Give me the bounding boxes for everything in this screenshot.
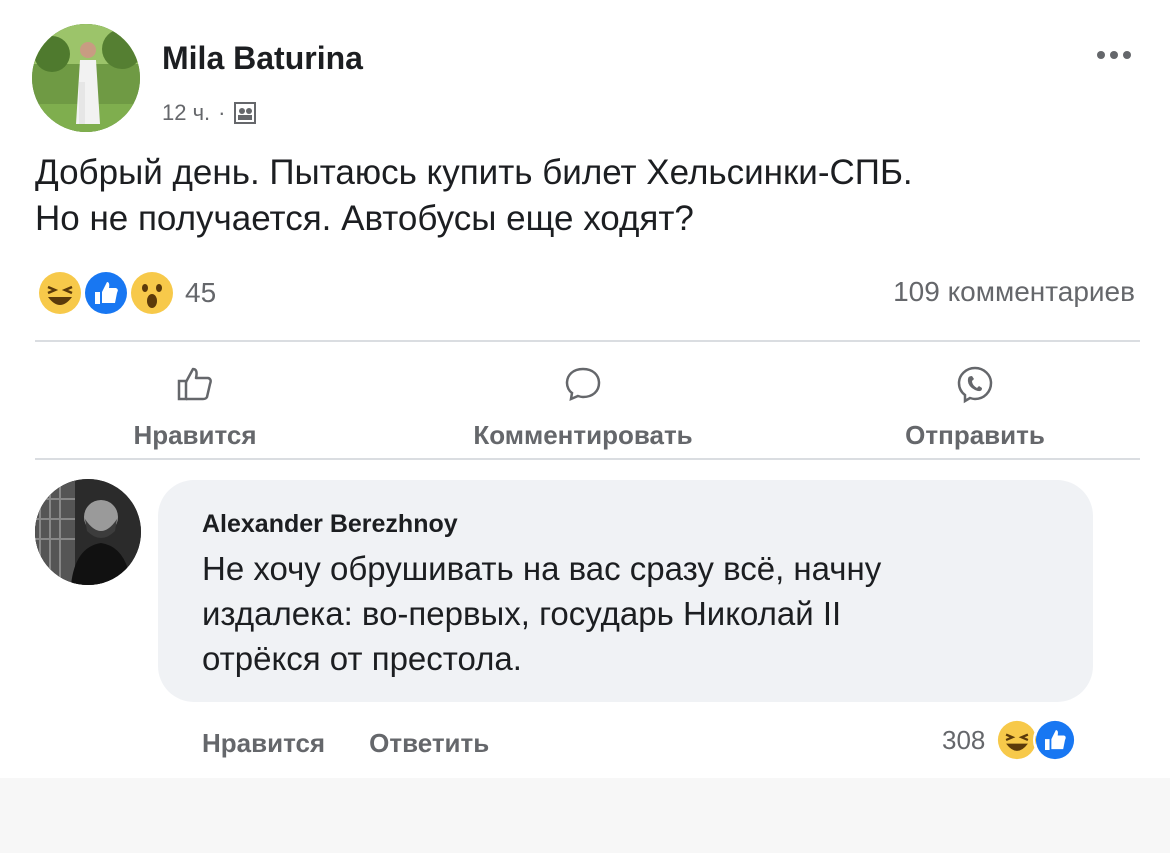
divider	[35, 458, 1140, 460]
post-text-line: Добрый день. Пытаюсь купить билет Хельси…	[35, 153, 913, 192]
messenger-icon	[957, 366, 993, 404]
divider	[35, 340, 1140, 342]
wow-icon	[127, 268, 177, 318]
post-time[interactable]: 12 ч.	[162, 100, 210, 126]
comment-text-line: Не хочу обрушивать на вас сразу всё, нач…	[202, 550, 882, 587]
meta-separator: ·	[218, 100, 226, 125]
group-privacy-icon	[233, 102, 256, 124]
haha-icon	[35, 268, 85, 318]
comment-author[interactable]: Alexander Berezhnoy	[202, 510, 458, 539]
bottom-background	[0, 778, 1170, 853]
post-text: Добрый день. Пытаюсь купить билет Хельси…	[35, 150, 1135, 242]
comments-count[interactable]: 109 комментариев	[893, 276, 1135, 308]
comment-button-label: Комментировать	[473, 420, 693, 450]
comment-reply-button[interactable]: Ответить	[369, 728, 489, 759]
comment-reactions-count: 308	[942, 724, 986, 755]
like-button-label: Нравится	[133, 420, 257, 450]
author-name[interactable]: Mila Baturina	[162, 40, 363, 77]
reactions-count[interactable]: 45	[185, 277, 216, 309]
comment-reactions[interactable]: 308	[942, 718, 1078, 762]
post-meta: 12 ч. ·	[162, 100, 256, 126]
like-button[interactable]: Нравится	[45, 364, 345, 451]
commenter-avatar[interactable]	[35, 479, 141, 585]
author-avatar[interactable]	[32, 24, 140, 132]
thumbs-up-icon	[177, 367, 212, 401]
post-text-line: Но не получается. Автобусы еще ходят?	[35, 199, 694, 238]
comment-text-line: издалека: во-первых, государь Николай II	[202, 595, 842, 632]
comment-button[interactable]: Комментировать	[433, 364, 733, 451]
comment-actions: Нравится Ответить	[202, 728, 489, 759]
comment-text-line: отрёкся от престола.	[202, 640, 522, 677]
like-icon	[81, 268, 131, 318]
comment-icon	[565, 367, 601, 402]
more-options-icon[interactable]	[1096, 46, 1132, 60]
send-button-label: Отправить	[905, 420, 1045, 450]
comment-like-button[interactable]: Нравится	[202, 728, 325, 759]
comment-text: Не хочу обрушивать на вас сразу всё, нач…	[202, 546, 1072, 681]
post-reactions[interactable]: 45	[35, 268, 216, 318]
like-icon	[1033, 718, 1078, 762]
send-button[interactable]: Отправить	[825, 364, 1125, 451]
